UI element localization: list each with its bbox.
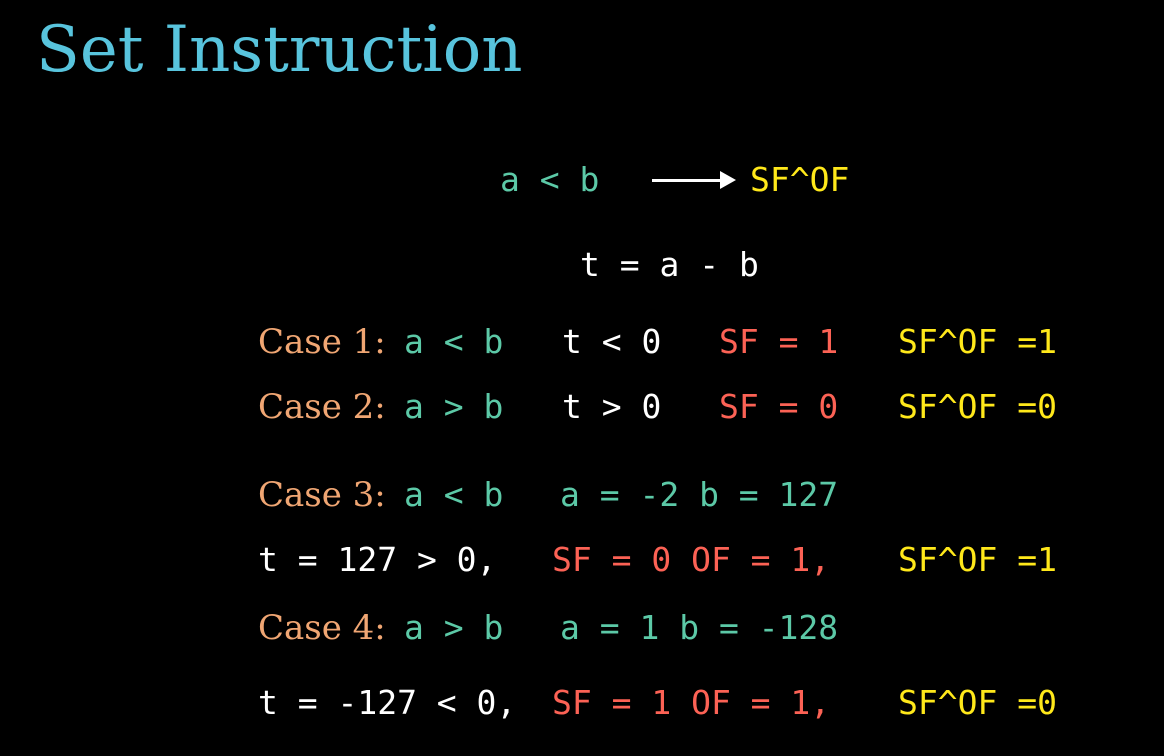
definition-line: t = a - b	[580, 245, 759, 284]
case1-relation: a < b	[404, 322, 504, 361]
case1-label: Case 1:	[258, 322, 386, 362]
case2-relation: a > b	[404, 387, 504, 426]
condition-line: a < b SF^OF	[500, 160, 900, 200]
case3-detail-line: t = 127 > 0, SF = 0 OF = 1, SF^OF =1	[258, 540, 1108, 580]
case2-label: Case 2:	[258, 387, 386, 427]
case2-sf: SF = 0	[719, 387, 839, 426]
case1-sf: SF = 1	[719, 322, 839, 361]
slide-title: Set Instruction	[36, 13, 523, 87]
case4-result: SF^OF =0	[898, 683, 1057, 722]
case3-values: a = -2 b = 127	[560, 475, 839, 514]
condition-lhs: a < b	[500, 160, 600, 199]
right-arrow-icon	[652, 160, 736, 200]
case4-values: a = 1 b = -128	[560, 608, 839, 647]
case4-flags: SF = 1 OF = 1,	[552, 683, 831, 722]
condition-rhs: SF^OF	[750, 160, 850, 199]
case4-t-expr: t = -127 < 0,	[258, 683, 517, 722]
case1-result: SF^OF =1	[898, 322, 1057, 361]
case3-t-expr: t = 127 > 0,	[258, 540, 497, 579]
case4-relation: a > b	[404, 608, 504, 647]
case3-result: SF^OF =1	[898, 540, 1057, 579]
slide: Set Instruction a < b SF^OF t = a - b Ca…	[0, 0, 1164, 756]
case1-line: Case 1: a < b t < 0 SF = 1 SF^OF =1	[258, 322, 1108, 362]
case4-label: Case 4:	[258, 608, 386, 648]
case4-line: Case 4: a > b a = 1 b = -128	[258, 608, 1108, 648]
case2-result: SF^OF =0	[898, 387, 1057, 426]
case3-flags: SF = 0 OF = 1,	[552, 540, 831, 579]
case3-relation: a < b	[404, 475, 504, 514]
case2-line: Case 2: a > b t > 0 SF = 0 SF^OF =0	[258, 387, 1108, 427]
case3-line: Case 3: a < b a = -2 b = 127	[258, 475, 1108, 515]
case1-t-expr: t < 0	[562, 322, 662, 361]
case3-label: Case 3:	[258, 475, 386, 515]
case2-t-expr: t > 0	[562, 387, 662, 426]
case4-detail-line: t = -127 < 0, SF = 1 OF = 1, SF^OF =0	[258, 683, 1108, 723]
